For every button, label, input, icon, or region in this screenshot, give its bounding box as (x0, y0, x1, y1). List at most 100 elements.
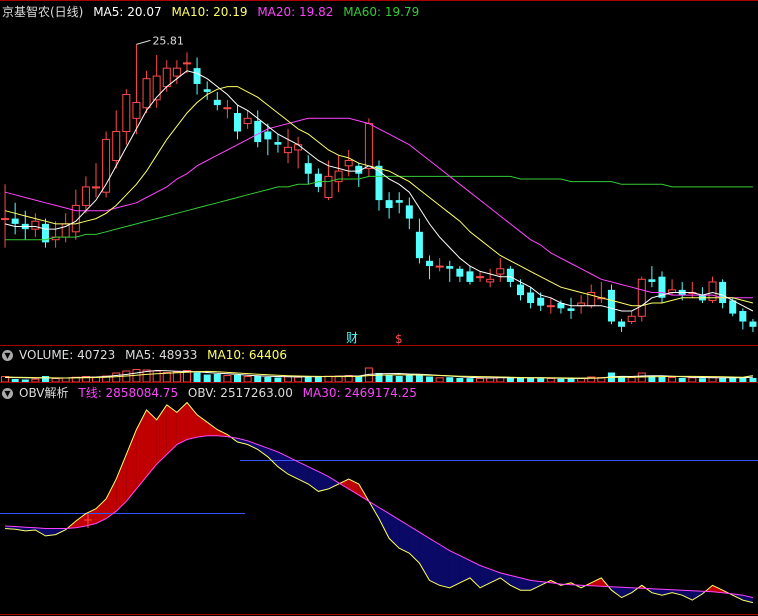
candle-body (254, 120, 262, 143)
volume-bar (557, 378, 565, 382)
candle-body (486, 278, 495, 283)
volume-bar (527, 377, 535, 382)
chevron-down-icon[interactable]: ▼ (2, 388, 13, 399)
volume-bar (11, 379, 19, 382)
volume-bar (405, 375, 413, 382)
volume-bar (162, 372, 171, 383)
volume-bar (294, 376, 303, 383)
candle-body (506, 268, 514, 282)
candle-body (203, 89, 211, 92)
candle-body (527, 292, 535, 304)
volume-bar (172, 371, 181, 383)
volume-bar (688, 377, 697, 383)
candle-body (162, 67, 171, 88)
candle-body (61, 223, 70, 238)
obv-title: OBV解析 (19, 386, 69, 400)
candle-body (314, 173, 322, 187)
stock-chart: 25.81 财 $ (0, 0, 758, 616)
candle-body (446, 266, 454, 269)
volume-bar (435, 377, 444, 383)
candle-body (364, 123, 373, 169)
candle-body (31, 220, 40, 230)
volume-bar (678, 378, 686, 382)
vol-ma5-value: MA5: 48933 (125, 348, 198, 362)
candle-body (426, 260, 434, 267)
candle-body (274, 142, 282, 145)
volume-bar (729, 378, 737, 382)
volume-bar (203, 374, 211, 382)
candle-body (1, 218, 10, 221)
candle-body (405, 205, 413, 219)
candle-body (749, 321, 757, 327)
candle-body (648, 279, 656, 282)
candle-body (719, 281, 727, 304)
candle-body (132, 101, 141, 119)
candle-body (567, 308, 575, 311)
volume-bar (546, 378, 555, 383)
candle-body (11, 218, 19, 224)
volume-bar (476, 377, 485, 383)
candle-body (223, 107, 232, 110)
volume-bar (284, 376, 293, 383)
volume-bar (223, 375, 232, 383)
candle-body (516, 284, 524, 296)
candle-body (466, 271, 474, 282)
stock-title[interactable]: 京基智农(日线) (2, 5, 83, 19)
ma60-value: MA60: 19.79 (343, 5, 420, 19)
volume-bar (627, 377, 636, 383)
volume-bar (193, 372, 201, 382)
dividend-marker[interactable]: $ (395, 332, 403, 346)
volume-bar (243, 376, 252, 383)
obv-fill (429, 538, 440, 586)
volume-bar (31, 378, 40, 383)
ma10-value: MA10: 20.19 (171, 5, 248, 19)
candle-body (92, 186, 101, 189)
volume-bar (567, 378, 575, 382)
obv-fill (439, 544, 450, 588)
candle-body (142, 78, 151, 109)
candle-body (618, 321, 626, 327)
volume-bar (537, 378, 545, 382)
candle-body (395, 200, 403, 203)
candle-body (537, 297, 545, 306)
volume-bar (51, 378, 60, 383)
volume-bar (234, 375, 242, 382)
volume-header: ▼ VOLUME: 40723 MA5: 48933 MA10: 64406 (0, 347, 293, 363)
candle-body (607, 289, 615, 322)
candle-body (385, 200, 393, 209)
volume-bar (456, 378, 464, 382)
candle-body (284, 146, 293, 154)
candle-body (172, 67, 181, 77)
finance-marker[interactable]: 财 (346, 331, 358, 345)
volume-bar (658, 377, 666, 382)
candle-body (81, 186, 90, 206)
high-price-label: 25.81 (152, 34, 184, 47)
volume-bar (21, 379, 29, 382)
volume-bar (314, 376, 322, 382)
candle-body (234, 113, 242, 132)
volume-bar (395, 376, 403, 382)
ma5-value: MA5: 20.07 (93, 5, 162, 19)
volume-bar (274, 377, 282, 382)
candle-body (294, 144, 303, 151)
candle-body (496, 268, 505, 275)
candle-body (213, 99, 221, 106)
volume-bar (213, 374, 221, 382)
candle-body (415, 231, 423, 259)
volume-bar (698, 378, 706, 382)
ma20-value: MA20: 19.82 (257, 5, 334, 19)
price-header: 京基智农(日线) MA5: 20.07 MA10: 20.19 MA20: 19… (2, 4, 425, 20)
vol-ma10-value: MA10: 64406 (207, 348, 288, 362)
candle-body (182, 62, 191, 65)
volume-bar (61, 377, 70, 383)
candle-body (264, 131, 272, 140)
obv-fill (449, 550, 460, 588)
volume-bar (668, 377, 677, 383)
candle-body (627, 315, 636, 323)
volume-bar (385, 375, 393, 382)
candle-body (435, 265, 444, 268)
candle-body (344, 160, 353, 167)
volume-bar (41, 376, 49, 382)
obv-header: ▼ OBV解析 T线: 2858084.75 OBV: 2517263.00 MA… (0, 385, 423, 401)
chevron-down-icon[interactable]: ▼ (2, 350, 13, 361)
